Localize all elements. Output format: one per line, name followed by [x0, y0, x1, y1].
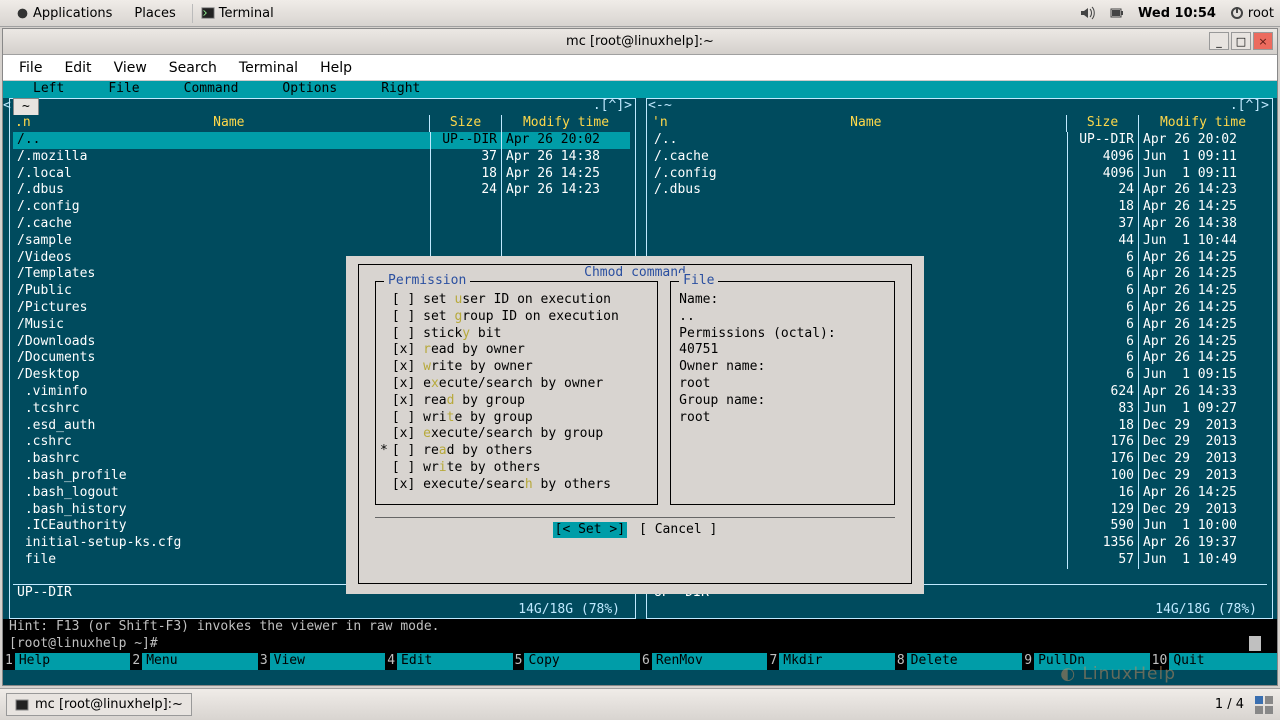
mc-menu-command[interactable]: Command	[162, 81, 261, 98]
taskbar-item[interactable]: mc [root@linuxhelp]:~	[6, 693, 192, 716]
left-path-tab[interactable]: ~	[13, 98, 39, 117]
workspace-indicator[interactable]: 1 / 4	[1215, 697, 1244, 712]
terminal-window: mc [root@linuxhelp]:~ _ □ × FileEditView…	[2, 28, 1278, 686]
file-group: root	[679, 410, 886, 427]
term-menu-search[interactable]: Search	[159, 57, 227, 79]
show-desktop-icon[interactable]	[1254, 695, 1274, 715]
mc-menu-options[interactable]: Options	[260, 81, 359, 98]
left-diskfree: 14G/18G (78%)	[518, 602, 620, 619]
perm-checkbox[interactable]: [ ] write by others	[384, 460, 649, 477]
perm-checkbox[interactable]: [ ] set user ID on execution	[384, 292, 649, 309]
file-row[interactable]: /..UP--DIRApr 26 20:02	[13, 132, 630, 149]
clock[interactable]: Wed 10:54	[1138, 6, 1216, 21]
file-row[interactable]: 44Jun 1 10:44	[650, 233, 1267, 250]
file-row[interactable]: /.local18Apr 26 14:25	[13, 166, 630, 183]
file-row[interactable]: 37Apr 26 14:38	[650, 216, 1267, 233]
fkey-quit[interactable]: 10Quit	[1150, 653, 1277, 670]
file-owner: root	[679, 376, 886, 393]
right-diskfree: 14G/18G (78%)	[1155, 602, 1257, 619]
file-name: ..	[679, 309, 886, 326]
file-row[interactable]: /sample	[13, 233, 630, 250]
hint-bar: Hint: F13 (or Shift-F3) invokes the view…	[3, 619, 1277, 653]
fkey-help[interactable]: 1Help	[3, 653, 130, 670]
mc-application: LeftFileCommandOptionsRight <- ~ .[^]> .…	[3, 81, 1277, 685]
term-menu-view[interactable]: View	[104, 57, 157, 79]
file-row[interactable]: /.dbus24Apr 26 14:23	[13, 182, 630, 199]
fkey-copy[interactable]: 5Copy	[513, 653, 640, 670]
perm-checkbox[interactable]: [x] execute/search by owner	[384, 376, 649, 393]
file-row[interactable]: /.cache	[13, 216, 630, 233]
volume-icon[interactable]	[1080, 6, 1096, 20]
left-sortkey[interactable]: .nName	[13, 115, 430, 132]
fkey-mkdir[interactable]: 7Mkdir	[767, 653, 894, 670]
power-icon	[1230, 6, 1244, 20]
perm-checkbox[interactable]: [x] execute/search by group	[384, 426, 649, 443]
permission-section: Permission [ ] set user ID on execution …	[375, 281, 658, 505]
perm-checkbox[interactable]: * [ ] read by others	[384, 443, 649, 460]
applications-label: Applications	[33, 6, 112, 21]
panel-arrow-right: <-	[648, 98, 664, 115]
running-app[interactable]: Terminal	[192, 4, 282, 23]
mc-menubar: LeftFileCommandOptionsRight	[3, 81, 1277, 98]
set-button[interactable]: [< Set >]	[553, 522, 627, 539]
term-menu-file[interactable]: File	[9, 57, 52, 79]
fkey-edit[interactable]: 4Edit	[385, 653, 512, 670]
user-menu[interactable]: root	[1230, 6, 1274, 21]
mc-menu-file[interactable]: File	[86, 81, 161, 98]
perm-checkbox[interactable]: [x] read by group	[384, 393, 649, 410]
window-title: mc [root@linuxhelp]:~	[566, 34, 714, 49]
perm-checkbox[interactable]: [ ] set group ID on execution	[384, 309, 649, 326]
file-row[interactable]: /.config4096Jun 1 09:11	[650, 166, 1267, 183]
col-mtime[interactable]: Modify time	[1139, 115, 1267, 132]
os-bottom-panel: mc [root@linuxhelp]:~ 1 / 4	[0, 688, 1280, 720]
shell-cursor-icon	[1249, 636, 1261, 651]
maximize-button[interactable]: □	[1231, 32, 1251, 50]
fkey-pulldn[interactable]: 9PullDn	[1022, 653, 1149, 670]
file-row[interactable]: /.dbus24Apr 26 14:23	[650, 182, 1267, 199]
cancel-button[interactable]: [ Cancel ]	[639, 522, 717, 539]
fkey-renmov[interactable]: 6RenMov	[640, 653, 767, 670]
file-section: File Name: .. Permissions (octal): 40751…	[670, 281, 895, 505]
col-size[interactable]: Size	[1067, 115, 1139, 132]
term-menu-edit[interactable]: Edit	[54, 57, 101, 79]
right-sortkey[interactable]: 'nName	[650, 115, 1067, 132]
term-menu-terminal[interactable]: Terminal	[229, 57, 308, 79]
chmod-dialog: Chmod command Permission [ ] set user ID…	[346, 256, 924, 594]
fkey-view[interactable]: 3View	[258, 653, 385, 670]
shell-prompt[interactable]: [root@linuxhelp ~]#	[9, 636, 158, 651]
terminal-menubar: FileEditViewSearchTerminalHelp	[3, 55, 1277, 81]
os-top-panel: Applications Places Terminal Wed 10:54 r…	[0, 0, 1280, 27]
file-row[interactable]: /..UP--DIRApr 26 20:02	[650, 132, 1267, 149]
close-button[interactable]: ×	[1253, 32, 1273, 50]
foot-icon	[16, 7, 29, 20]
panel-corner[interactable]: .[^]>	[1230, 98, 1269, 115]
term-menu-help[interactable]: Help	[310, 57, 362, 79]
dialog-title: Chmod command	[578, 265, 692, 282]
terminal-icon	[201, 6, 215, 20]
fkey-delete[interactable]: 8Delete	[895, 653, 1022, 670]
perm-checkbox[interactable]: [x] write by owner	[384, 359, 649, 376]
function-keys: 1Help2Menu3View4Edit5Copy6RenMov7Mkdir8D…	[3, 653, 1277, 670]
fkey-menu[interactable]: 2Menu	[130, 653, 257, 670]
mc-menu-right[interactable]: Right	[359, 81, 442, 98]
perm-checkbox[interactable]: [x] execute/search by others	[384, 477, 649, 494]
window-titlebar[interactable]: mc [root@linuxhelp]:~ _ □ ×	[3, 29, 1277, 55]
minimize-button[interactable]: _	[1209, 32, 1229, 50]
applications-menu[interactable]: Applications	[6, 4, 122, 23]
perm-checkbox[interactable]: [x] read by owner	[384, 342, 649, 359]
col-mtime[interactable]: Modify time	[502, 115, 630, 132]
perm-checkbox[interactable]: [ ] write by group	[384, 410, 649, 427]
file-row[interactable]: 18Apr 26 14:25	[650, 199, 1267, 216]
places-menu[interactable]: Places	[124, 4, 185, 23]
file-row[interactable]: /.cache4096Jun 1 09:11	[650, 149, 1267, 166]
file-row[interactable]: /.mozilla37Apr 26 14:38	[13, 149, 630, 166]
file-octal: 40751	[679, 342, 886, 359]
panel-corner[interactable]: .[^]>	[593, 98, 632, 115]
perm-checkbox[interactable]: [ ] sticky bit	[384, 326, 649, 343]
battery-icon[interactable]	[1110, 6, 1124, 20]
file-row[interactable]: /.config	[13, 199, 630, 216]
mc-menu-left[interactable]: Left	[11, 81, 86, 98]
col-size[interactable]: Size	[430, 115, 502, 132]
terminal-icon	[15, 698, 29, 712]
